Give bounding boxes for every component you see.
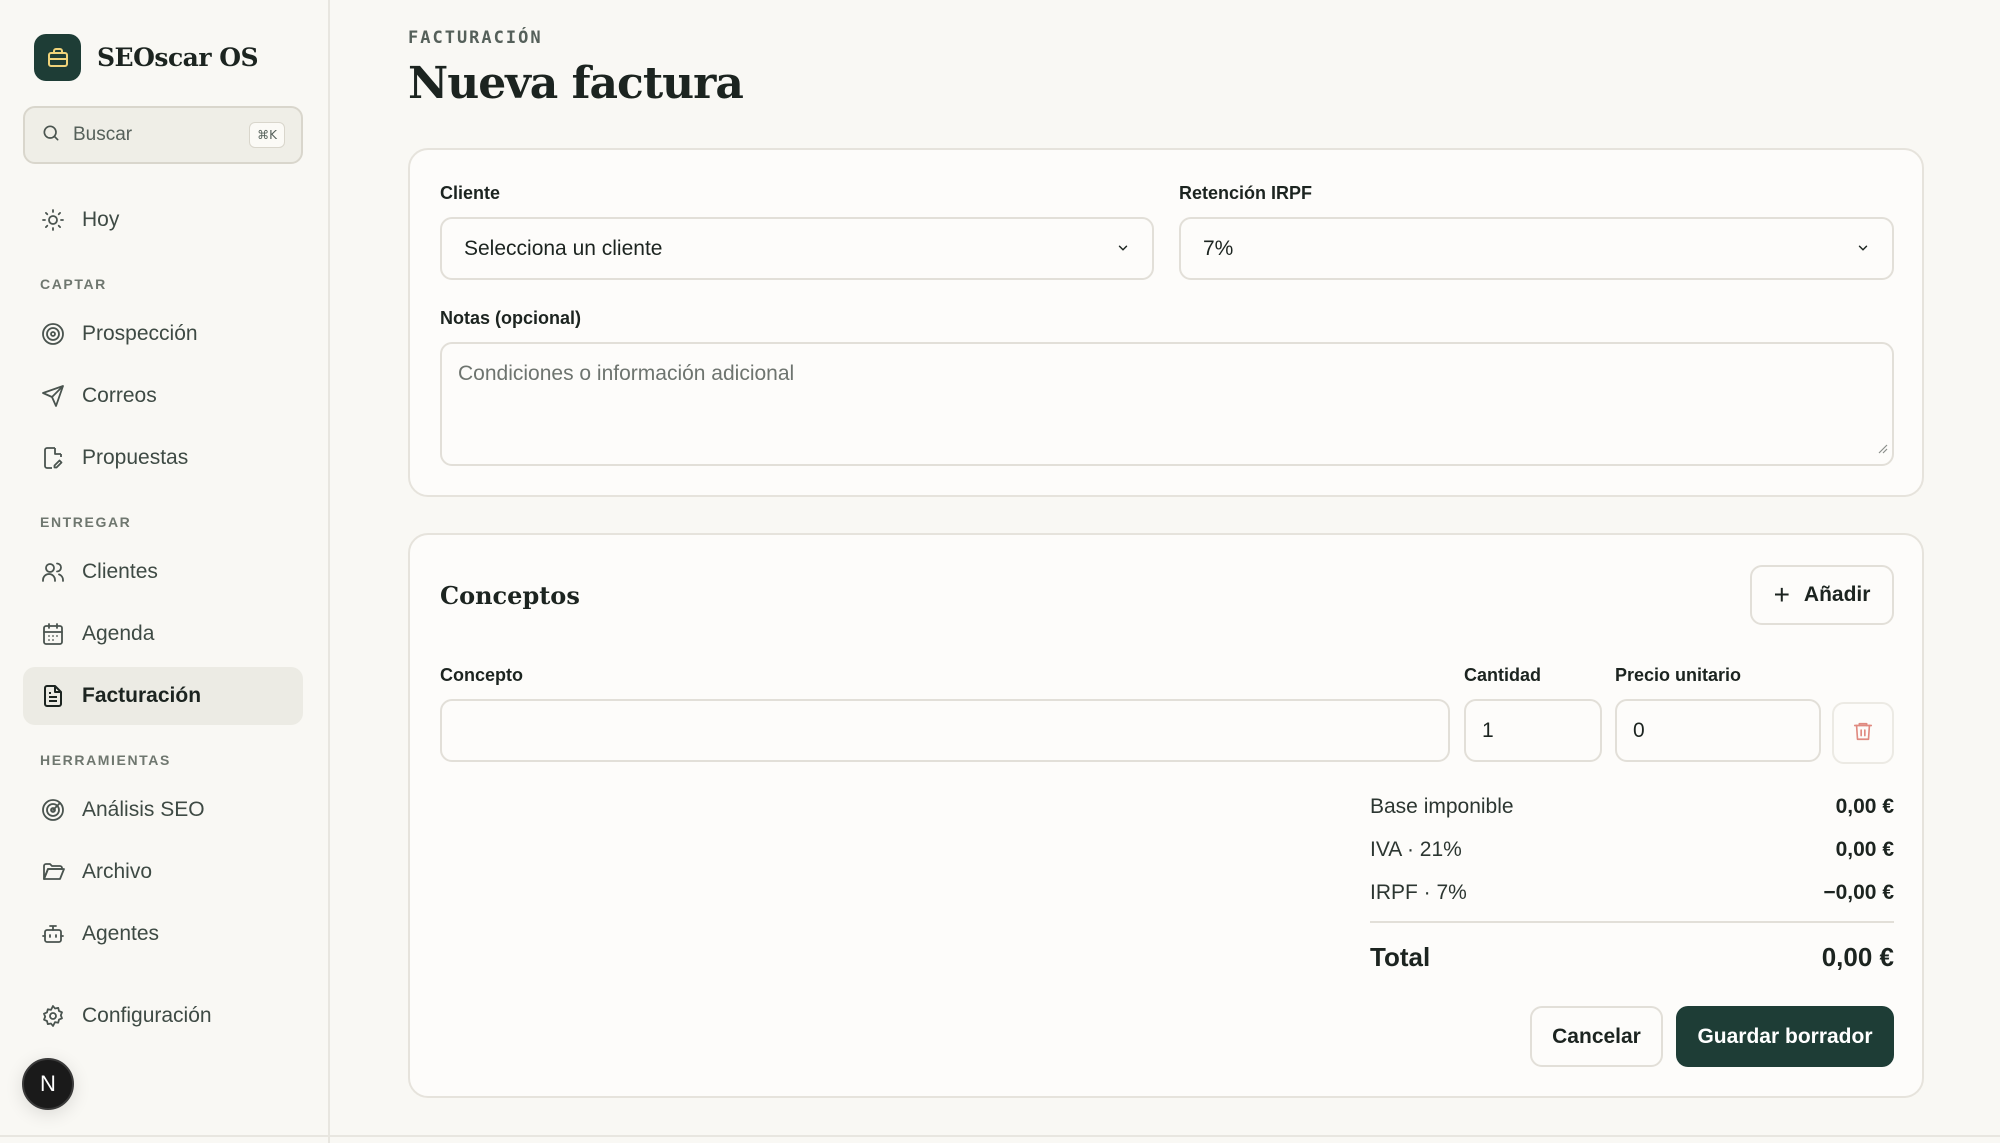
total-row: Total 0,00 € — [1370, 942, 1894, 973]
sun-icon — [40, 207, 66, 233]
sidebar-item-label: Propuestas — [82, 446, 189, 469]
resize-grip-icon[interactable] — [1876, 436, 1888, 460]
sidebar-item-agentes[interactable]: Agentes — [23, 905, 303, 963]
quantity-column-label: Cantidad — [1464, 665, 1542, 685]
chevron-down-icon — [1856, 237, 1870, 261]
iva-value: 0,00 € — [1835, 838, 1894, 861]
sidebar-item-clientes[interactable]: Clientes — [23, 543, 303, 601]
concept-input[interactable] — [440, 699, 1450, 762]
radar-icon — [40, 797, 66, 823]
cancel-button[interactable]: Cancelar — [1530, 1006, 1663, 1067]
delete-row-button[interactable] — [1832, 702, 1894, 764]
chevron-down-icon — [1116, 237, 1130, 261]
trash-icon — [1852, 720, 1874, 747]
unit-price-column-label: Precio unitario — [1615, 665, 1742, 685]
concepts-card: Conceptos + Añadir Concepto Cantidad Pre… — [408, 533, 1924, 1098]
sidebar-item-agenda[interactable]: Agenda — [23, 605, 303, 663]
add-concept-label: Añadir — [1803, 583, 1871, 606]
notes-textarea[interactable]: Condiciones o información adicional — [440, 342, 1894, 466]
sidebar-item-configuracion[interactable]: Configuración — [23, 987, 303, 1045]
sidebar: SEOscar OS Buscar ⌘K Hoy CAPTAR Prospecc… — [0, 0, 330, 1143]
avatar[interactable]: N — [22, 1058, 74, 1110]
file-text-icon — [40, 683, 66, 709]
search-placeholder: Buscar — [73, 124, 133, 145]
quantity-input[interactable]: 1 — [1464, 699, 1602, 762]
brand[interactable]: SEOscar OS — [34, 34, 259, 81]
sidebar-item-propuestas[interactable]: Propuestas — [23, 429, 303, 487]
target-icon — [40, 321, 66, 347]
sidebar-item-facturacion[interactable]: Facturación — [23, 667, 303, 725]
divider — [1370, 921, 1894, 923]
sidebar-item-hoy[interactable]: Hoy — [23, 191, 303, 249]
search-input[interactable]: Buscar ⌘K — [23, 106, 303, 164]
iva-label: IVA · 21% — [1370, 838, 1462, 861]
sidebar-item-analisis-seo[interactable]: Análisis SEO — [23, 781, 303, 839]
sidebar-item-prospeccion[interactable]: Prospección — [23, 305, 303, 363]
concept-column-label: Concepto — [440, 665, 523, 685]
section-label-captar: CAPTAR — [40, 276, 107, 292]
subtotal-row: Base imponible 0,00 € — [1370, 795, 1894, 819]
irpf-select-value: 7% — [1203, 236, 1234, 260]
add-concept-button[interactable]: + Añadir — [1750, 565, 1894, 625]
search-icon — [41, 123, 61, 148]
bot-icon — [40, 921, 66, 947]
sidebar-item-label: Configuración — [82, 1004, 212, 1027]
send-icon — [40, 383, 66, 409]
folder-icon — [40, 859, 66, 885]
subtotal-label: Base imponible — [1370, 795, 1514, 818]
sidebar-item-label: Correos — [82, 384, 157, 407]
plus-icon: + — [1773, 579, 1790, 610]
concepts-title: Conceptos — [440, 581, 580, 610]
client-label: Cliente — [440, 183, 501, 203]
sidebar-item-label: Prospección — [82, 322, 198, 345]
sidebar-item-correos[interactable]: Correos — [23, 367, 303, 425]
page-title: Nueva factura — [408, 58, 744, 109]
users-icon — [40, 559, 66, 585]
gear-icon — [40, 1003, 66, 1029]
section-label-herramientas: HERRAMIENTAS — [40, 752, 171, 768]
sidebar-item-label: Archivo — [82, 860, 153, 883]
sidebar-item-label: Facturación — [82, 684, 202, 707]
iva-row: IVA · 21% 0,00 € — [1370, 838, 1894, 862]
sidebar-item-label: Análisis SEO — [82, 798, 205, 821]
search-shortcut: ⌘K — [249, 122, 285, 148]
irpf-label: Retención IRPF — [1179, 183, 1313, 203]
notes-label: Notas (opcional) — [440, 308, 582, 328]
client-select[interactable]: Selecciona un cliente — [440, 217, 1154, 280]
notes-placeholder: Condiciones o información adicional — [458, 362, 795, 385]
client-select-value: Selecciona un cliente — [464, 236, 663, 260]
document-edit-icon — [40, 445, 66, 471]
brand-name: SEOscar OS — [97, 43, 259, 72]
invoice-details-card: Cliente Selecciona un cliente Retención … — [408, 148, 1924, 497]
save-draft-button[interactable]: Guardar borrador — [1676, 1006, 1894, 1067]
total-value: 0,00 € — [1821, 942, 1894, 972]
sidebar-item-label: Hoy — [82, 208, 120, 231]
unit-price-input[interactable]: 0 — [1615, 699, 1821, 762]
sidebar-item-label: Agenda — [82, 622, 155, 645]
calendar-icon — [40, 621, 66, 647]
breadcrumb: FACTURACIÓN — [408, 28, 543, 48]
sidebar-item-archivo[interactable]: Archivo — [23, 843, 303, 901]
irpf-row: IRPF · 7% −0,00 € — [1370, 881, 1894, 905]
briefcase-icon — [34, 34, 81, 81]
divider — [0, 1135, 2000, 1137]
section-label-entregar: ENTREGAR — [40, 514, 132, 530]
sidebar-item-label: Agentes — [82, 922, 160, 945]
irpf-row-label: IRPF · 7% — [1370, 881, 1467, 904]
irpf-row-value: −0,00 € — [1823, 881, 1894, 904]
irpf-select[interactable]: 7% — [1179, 217, 1894, 280]
subtotal-value: 0,00 € — [1835, 795, 1894, 818]
sidebar-item-label: Clientes — [82, 560, 158, 583]
total-label: Total — [1370, 942, 1431, 972]
